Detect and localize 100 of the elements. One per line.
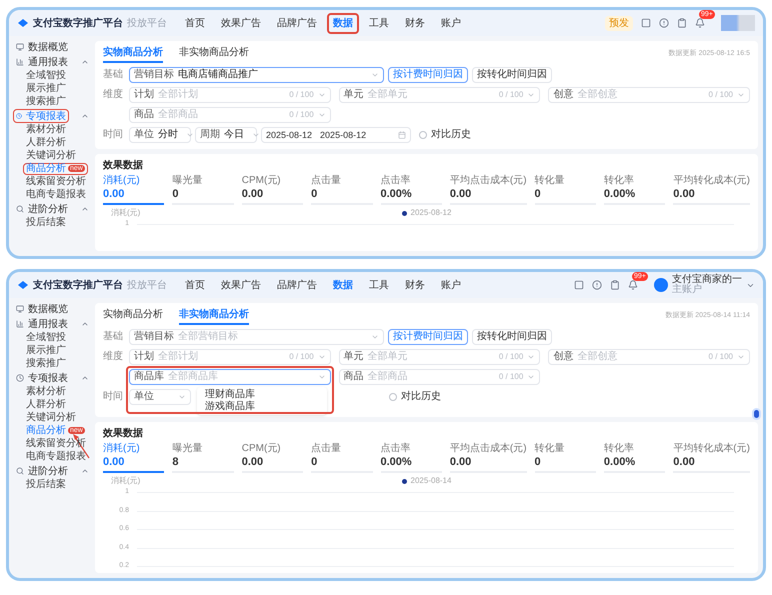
- screen-icon[interactable]: [641, 18, 651, 28]
- screen-icon[interactable]: [574, 280, 584, 290]
- attribution-button[interactable]: 按计费时间归因: [388, 329, 468, 345]
- sidebar-group[interactable]: 数据概览: [13, 40, 95, 54]
- clipboard-icon[interactable]: [677, 18, 687, 28]
- metric-tab[interactable]: 转化量 0: [534, 175, 596, 206]
- page-tab[interactable]: 非实物商品分析: [179, 307, 249, 325]
- sidebar-group[interactable]: 专项报表: [13, 371, 95, 385]
- sidebar-item[interactable]: 人群分析: [26, 138, 66, 148]
- avatar[interactable]: [654, 278, 668, 292]
- sidebar-item[interactable]: 电商专题报表: [26, 190, 86, 200]
- filter-field[interactable]: 单元 全部单元 0 / 100: [338, 349, 540, 365]
- filter-field[interactable]: 计划 全部计划 0 / 100: [129, 349, 331, 365]
- metric-tab[interactable]: 曝光量 0: [172, 175, 234, 206]
- sidebar-item[interactable]: 关键词分析: [26, 150, 76, 160]
- sidebar-group[interactable]: 通用报表: [13, 317, 95, 331]
- nav-tab[interactable]: 财务: [399, 274, 431, 296]
- nav-tab[interactable]: 数据: [327, 274, 359, 296]
- sidebar-item[interactable]: 人群分析: [26, 400, 66, 410]
- info-icon[interactable]: [592, 280, 602, 290]
- collapse-icon[interactable]: [81, 320, 89, 328]
- metric-tab[interactable]: 点击率 0.00%: [380, 175, 442, 206]
- filter-field[interactable]: 营销目标 全部营销目标: [129, 329, 384, 345]
- nav-tab[interactable]: 首页: [179, 274, 211, 296]
- sidebar-item[interactable]: 电商专题报表: [26, 452, 86, 462]
- nav-tab[interactable]: 首页: [179, 12, 211, 34]
- filter-field[interactable]: 周期 今日: [195, 127, 257, 143]
- nav-tab[interactable]: 账户: [435, 12, 467, 34]
- page-tab[interactable]: 非实物商品分析: [179, 45, 249, 63]
- metric-tab[interactable]: 转化率 0.00%: [604, 175, 666, 206]
- nav-tab[interactable]: 工具: [363, 274, 395, 296]
- filter-field[interactable]: 营销目标 电商店铺商品推广: [129, 67, 384, 83]
- sidebar-group[interactable]: 进阶分析: [13, 464, 95, 478]
- sidebar-item[interactable]: 关键词分析: [26, 412, 76, 422]
- collapse-icon[interactable]: [81, 374, 89, 382]
- date-range-field[interactable]: 2025-08-12 2025-08-12: [261, 127, 411, 143]
- sidebar-item[interactable]: 线索留资分析: [26, 176, 86, 186]
- assistant-icon[interactable]: [752, 408, 761, 420]
- sidebar-item[interactable]: 素材分析: [26, 386, 66, 396]
- sidebar-group[interactable]: 通用报表: [13, 55, 95, 69]
- metric-tab[interactable]: 平均点击成本(元) 0.00: [450, 443, 527, 474]
- collapse-icon[interactable]: [81, 58, 89, 66]
- metric-tab[interactable]: 曝光量 8: [172, 443, 234, 474]
- metric-tab[interactable]: 平均转化成本(元) 0.00: [673, 443, 750, 474]
- sidebar-item[interactable]: 展示推广: [26, 346, 66, 356]
- metric-tab[interactable]: 转化率 0.00%: [604, 443, 666, 474]
- sidebar-item[interactable]: 搜索推广: [26, 358, 66, 368]
- attribution-button[interactable]: 按计费时间归因: [388, 67, 468, 83]
- dropdown-option[interactable]: 理财商品库: [197, 389, 327, 401]
- checkbox[interactable]: [389, 393, 397, 401]
- checkbox[interactable]: [419, 131, 427, 139]
- info-icon[interactable]: [659, 18, 669, 28]
- filter-field[interactable]: 商品 全部商品 0 / 100: [338, 369, 540, 385]
- metric-tab[interactable]: CPM(元) 0.00: [242, 175, 304, 206]
- page-tab[interactable]: 实物商品分析: [103, 307, 163, 325]
- sidebar-group[interactable]: 专项报表: [13, 109, 69, 123]
- sidebar-item[interactable]: 全域智投: [26, 332, 66, 342]
- nav-tab[interactable]: 效果广告: [215, 274, 267, 296]
- sidebar-item[interactable]: 投后结案: [26, 218, 66, 228]
- bell-icon[interactable]: [628, 280, 638, 290]
- nav-tab[interactable]: 财务: [399, 12, 431, 34]
- attribution-button[interactable]: 按转化时间归因: [472, 329, 552, 345]
- nav-tab[interactable]: 工具: [363, 12, 395, 34]
- sidebar-item[interactable]: 商品分析: [26, 164, 66, 174]
- filter-field[interactable]: 商品 全部商品 0 / 100: [129, 107, 331, 123]
- nav-tab[interactable]: 账户: [435, 274, 467, 296]
- metric-tab[interactable]: CPM(元) 0.00: [242, 443, 304, 474]
- filter-field[interactable]: 计划 全部计划 0 / 100: [129, 87, 331, 103]
- nav-tab[interactable]: 品牌广告: [271, 274, 323, 296]
- metric-tab[interactable]: 转化量 0: [534, 443, 596, 474]
- sidebar-item[interactable]: 展示推广: [26, 84, 66, 94]
- metric-tab[interactable]: 点击量 0: [311, 443, 372, 474]
- clipboard-icon[interactable]: [610, 280, 620, 290]
- metric-tab[interactable]: 平均转化成本(元) 0.00: [673, 175, 750, 206]
- sidebar-group[interactable]: 数据概览: [13, 302, 95, 316]
- filter-field[interactable]: 单位: [129, 389, 191, 405]
- sidebar-item[interactable]: 搜索推广: [26, 96, 66, 106]
- nav-tab[interactable]: 数据: [327, 12, 359, 34]
- metric-tab[interactable]: 消耗(元) 0.00: [103, 175, 164, 206]
- filter-field[interactable]: 单位 分时: [129, 127, 191, 143]
- collapse-icon[interactable]: [81, 467, 89, 475]
- sidebar-item[interactable]: 投后结案: [26, 480, 66, 490]
- attribution-button[interactable]: 按转化时间归因: [472, 67, 552, 83]
- sidebar-item[interactable]: 商品分析: [26, 426, 66, 436]
- filter-field[interactable]: 单元 全部单元 0 / 100: [338, 87, 540, 103]
- collapse-icon[interactable]: [81, 112, 89, 120]
- filter-field[interactable]: 创意 全部创意 0 / 100: [548, 349, 750, 365]
- metric-tab[interactable]: 点击量 0: [311, 175, 372, 206]
- page-tab[interactable]: 实物商品分析: [103, 45, 163, 63]
- sidebar-group[interactable]: 进阶分析: [13, 202, 95, 216]
- sidebar-item[interactable]: 全域智投: [26, 70, 66, 80]
- nav-tab[interactable]: 效果广告: [215, 12, 267, 34]
- nav-tab[interactable]: 品牌广告: [271, 12, 323, 34]
- metric-tab[interactable]: 平均点击成本(元) 0.00: [450, 175, 527, 206]
- collapse-icon[interactable]: [81, 205, 89, 213]
- filter-field[interactable]: 商品库 全部商品库: [129, 369, 331, 385]
- filter-field[interactable]: 创意 全部创意 0 / 100: [548, 87, 750, 103]
- metric-tab[interactable]: 消耗(元) 0.00: [103, 443, 164, 474]
- metric-tab[interactable]: 点击率 0.00%: [380, 443, 442, 474]
- bell-icon[interactable]: [695, 18, 705, 28]
